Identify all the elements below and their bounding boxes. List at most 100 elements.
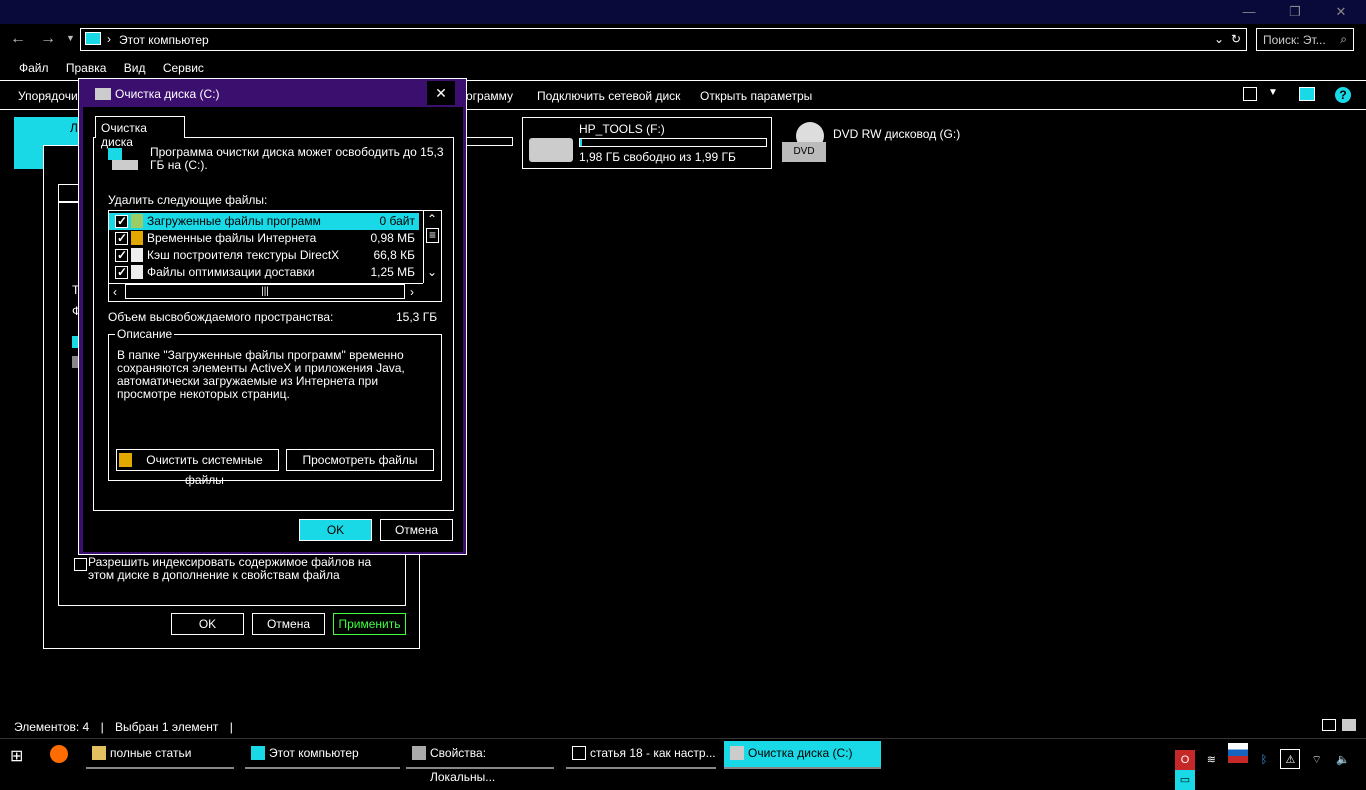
opera-icon[interactable]: O xyxy=(1175,750,1195,770)
security-icon[interactable]: ⚠ xyxy=(1280,749,1301,769)
folder-icon xyxy=(92,746,106,760)
taskbar-item-cleanup[interactable]: Очистка диска (C:) xyxy=(724,741,881,769)
cleanup-cancel-button[interactable]: Отмена xyxy=(380,519,453,541)
properties-ok-button[interactable]: OK xyxy=(171,613,244,635)
word-icon xyxy=(572,746,586,760)
drive-hp-tools[interactable]: HP_TOOLS (F:) 1,98 ГБ свободно из 1,99 Г… xyxy=(522,117,772,169)
file-checkbox[interactable] xyxy=(115,213,128,230)
back-arrow-icon[interactable]: ← xyxy=(10,30,26,48)
drive-c-bar-partial xyxy=(466,137,513,146)
clean-system-files-button[interactable]: Очистить системные файлы xyxy=(116,449,279,487)
program-button-partial[interactable]: ограмму xyxy=(466,89,513,103)
details-view-icon[interactable] xyxy=(1322,719,1336,731)
address-dropdown-icon[interactable]: ⌄ xyxy=(1214,32,1224,46)
menu-tools[interactable]: Сервис xyxy=(163,61,204,75)
status-item-count: Элементов: 4 xyxy=(14,720,90,734)
file-size: 1,25 МБ xyxy=(370,265,415,279)
address-bar[interactable]: › Этот компьютер ⌄ ↻ xyxy=(80,28,1247,51)
shield-icon xyxy=(119,453,132,467)
status-selected: Выбран 1 элемент xyxy=(115,720,219,734)
vertical-scrollbar[interactable]: ⌃ ≡ ⌄ xyxy=(423,211,441,283)
properties-apply-button[interactable]: Применить xyxy=(333,613,406,635)
file-checkbox[interactable] xyxy=(115,230,128,247)
open-settings-button[interactable]: Открыть параметры xyxy=(700,89,812,103)
search-icon: ⌕ xyxy=(1340,32,1347,46)
properties-cancel-button[interactable]: Отмена xyxy=(252,613,325,635)
cleanup-intro-text: Программа очистки диска может освободить… xyxy=(150,145,444,172)
folder-icon xyxy=(131,214,143,228)
list-item[interactable]: Кэш построителя текстуры DirectX 66,8 КБ xyxy=(109,247,419,264)
scroll-thumb[interactable]: ≡ xyxy=(426,228,439,243)
taskbar-label: Этот компьютер xyxy=(269,746,359,760)
minimize-button[interactable]: — xyxy=(1226,2,1272,22)
cleanup-icon xyxy=(730,746,744,760)
lock-icon xyxy=(131,231,143,245)
recent-chevron-icon[interactable]: ▼ xyxy=(66,33,75,43)
list-item[interactable]: Временные файлы Интернета 0,98 МБ xyxy=(109,230,419,247)
scroll-down-icon[interactable]: ⌄ xyxy=(427,265,437,279)
equalizer-icon[interactable]: ≋ xyxy=(1201,750,1221,770)
dvd-drive-name[interactable]: DVD RW дисковод (G:) xyxy=(833,127,960,141)
view-files-button[interactable]: Просмотреть файлы xyxy=(286,449,434,471)
view-dropdown-icon[interactable]: ▼ xyxy=(1268,87,1278,98)
scroll-right-icon[interactable]: › xyxy=(410,285,414,299)
computer-icon xyxy=(251,746,265,760)
refresh-icon[interactable]: ↻ xyxy=(1231,32,1241,46)
drive-name: HP_TOOLS (F:) xyxy=(579,122,665,136)
menu-file[interactable]: Файл xyxy=(19,61,49,75)
language-ru-flag-icon[interactable] xyxy=(1227,743,1248,763)
large-icons-view-icon[interactable] xyxy=(1342,719,1356,731)
taskbar-label: полные статьи xyxy=(110,746,192,760)
taskbar-item-properties[interactable]: Свойства: Локальны... xyxy=(406,741,554,784)
status-bar: Элементов: 4 | Выбран 1 элемент | xyxy=(14,720,233,734)
help-icon[interactable]: ? xyxy=(1335,87,1351,103)
file-checkbox[interactable] xyxy=(115,264,128,281)
index-checkbox[interactable] xyxy=(74,558,87,571)
dvd-drive-icon[interactable]: DVD xyxy=(782,122,828,164)
volume-icon[interactable]: 🔈 xyxy=(1333,750,1353,770)
bluetooth-icon[interactable]: ᛒ xyxy=(1254,750,1274,770)
taskbar-item-document[interactable]: статья 18 - как настр... xyxy=(566,741,716,769)
taskbar-item-computer[interactable]: Этот компьютер xyxy=(245,741,400,769)
horizontal-scrollbar[interactable]: ‹ ||| › xyxy=(109,283,423,300)
restore-button[interactable]: ❐ xyxy=(1272,2,1318,22)
firefox-icon[interactable] xyxy=(50,745,68,763)
preview-pane-icon[interactable] xyxy=(1299,87,1315,101)
file-size: 66,8 КБ xyxy=(373,248,415,262)
horizontal-scroll-thumb[interactable]: ||| xyxy=(125,284,405,299)
list-item[interactable]: Загруженные файлы программ 0 байт xyxy=(109,213,419,230)
taskbar-label: Свойства: Локальны... xyxy=(430,746,496,784)
file-name: Загруженные файлы программ xyxy=(147,214,321,228)
menu-edit[interactable]: Правка xyxy=(66,61,107,75)
cleanup-ok-button[interactable]: OK xyxy=(299,519,372,541)
start-windows-icon[interactable]: ⊞ xyxy=(10,746,23,766)
taskbar-item-folder[interactable]: полные статьи xyxy=(86,741,234,769)
breadcrumb-separator-icon: › xyxy=(107,32,111,46)
list-item[interactable]: Файлы оптимизации доставки 1,25 МБ xyxy=(109,264,419,281)
scroll-left-icon[interactable]: ‹ xyxy=(113,285,117,299)
search-placeholder: Поиск: Эт... xyxy=(1263,33,1326,47)
wifi-icon[interactable]: ⌔ xyxy=(1307,750,1327,770)
file-list[interactable]: Загруженные файлы программ 0 байт Времен… xyxy=(108,210,442,302)
breadcrumb[interactable]: Этот компьютер xyxy=(119,33,209,47)
notifications-icon[interactable]: ▭ xyxy=(1175,770,1195,790)
clean-system-files-label: Очистить системные файлы xyxy=(146,453,263,487)
window-titlebar xyxy=(0,0,1366,24)
search-input[interactable]: Поиск: Эт... ⌕ xyxy=(1256,28,1354,51)
view-options-icon[interactable] xyxy=(1243,87,1257,101)
cleanup-close-button[interactable]: ✕ xyxy=(427,81,455,105)
file-checkbox[interactable] xyxy=(115,247,128,264)
forward-arrow-icon[interactable]: → xyxy=(40,30,56,48)
computer-icon xyxy=(85,32,101,45)
dvd-badge: DVD xyxy=(782,142,826,162)
index-checkbox-row[interactable]: Разрешить индексировать содержимое файло… xyxy=(72,556,392,586)
close-window-button[interactable]: ✕ xyxy=(1318,2,1364,22)
map-network-drive-button[interactable]: Подключить сетевой диск xyxy=(537,89,680,103)
taskbar-label: статья 18 - как настр... xyxy=(590,746,716,760)
scroll-up-icon[interactable]: ⌃ xyxy=(427,212,437,226)
drive-icon xyxy=(412,746,426,760)
menu-view[interactable]: Вид xyxy=(124,61,146,75)
organize-button[interactable]: Упорядочит xyxy=(18,89,83,103)
tab-disk-cleanup[interactable]: Очистка диска xyxy=(95,116,185,149)
file-icon xyxy=(131,248,143,262)
